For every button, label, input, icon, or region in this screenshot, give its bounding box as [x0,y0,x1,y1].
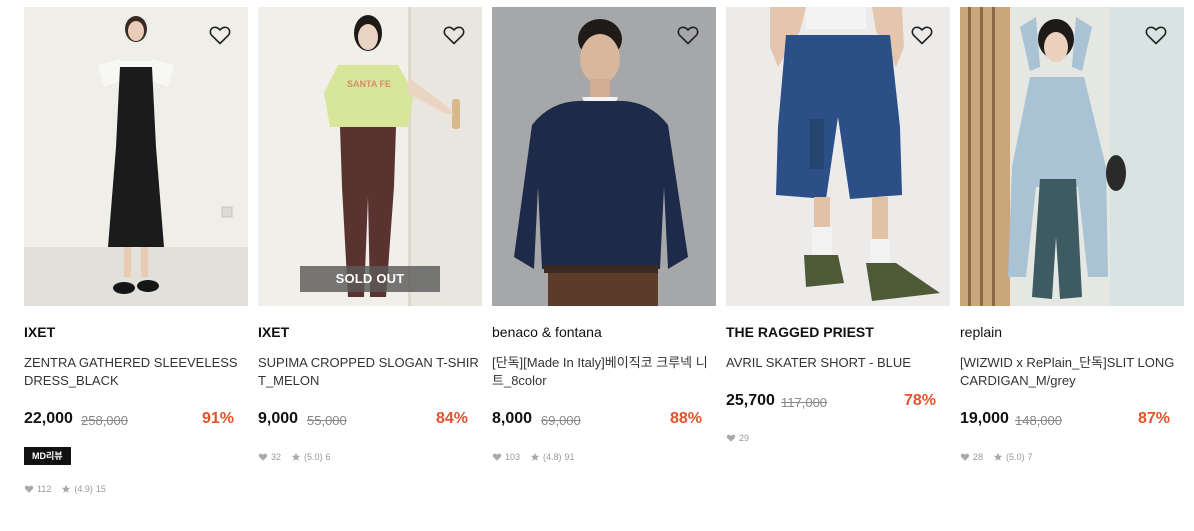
product-name[interactable]: ZENTRA GATHERED SLEEVELESS DRESS_BLACK [24,354,248,390]
like-count: 28 [973,452,984,462]
md-review-badge: MD리뷰 [24,447,71,465]
woman-in-green-tshirt-photo: SANTA FE [258,7,482,306]
discount-rate: 91% [201,410,234,427]
star-icon [61,484,71,494]
price-row: 8,000 69,000 88% [492,410,702,432]
like-count: 32 [271,452,282,462]
star-icon [291,452,301,462]
original-price: 55,000 [307,413,347,428]
price-row: 25,700 117,000 78% [726,392,936,414]
sold-out-overlay: SOLD OUT [300,266,440,292]
review-count: 6 [325,452,331,462]
price-row: 19,000 148,000 87% [960,410,1170,432]
product-stats: 103 (4.8) 91 [492,452,575,462]
woman-in-cardigan-photo [960,7,1184,306]
wishlist-button[interactable] [1144,23,1168,47]
rating-score: (5.0) [1006,452,1025,462]
brand-name[interactable]: THE RAGGED PRIEST [726,324,874,340]
product-image[interactable] [960,7,1184,306]
wishlist-button[interactable] [910,23,934,47]
product-name[interactable]: SUPIMA CROPPED SLOGAN T-SHIRT_MELON [258,354,482,390]
svg-text:SANTA FE: SANTA FE [347,79,391,89]
star-icon [993,452,1003,462]
product-stats: 28 (5.0) 7 [960,452,1033,462]
sale-price: 25,700 [726,392,775,409]
heart-outline-icon [677,26,699,45]
sale-price: 9,000 [258,410,299,427]
heart-filled-icon [258,452,268,462]
review-count: 15 [95,484,106,494]
discount-rate: 84% [435,410,468,427]
heart-filled-icon [24,484,34,494]
heart-outline-icon [1145,26,1167,45]
original-price: 69,000 [541,413,581,428]
wishlist-button[interactable] [442,23,466,47]
rating-score: (4.9) [74,484,93,494]
price-row: 22,000 258,000 91% [24,410,234,432]
heart-outline-icon [443,26,465,45]
discount-rate: 78% [903,392,936,409]
brand-name[interactable]: replain [960,324,1002,340]
heart-outline-icon [209,26,231,45]
heart-outline-icon [911,26,933,45]
original-price: 148,000 [1015,413,1062,428]
like-count: 112 [37,484,52,494]
brand-name[interactable]: IXET [24,324,55,340]
discount-rate: 88% [669,410,702,427]
product-card[interactable]: THE RAGGED PRIEST AVRIL SKATER SHORT - B… [726,7,950,443]
wishlist-button[interactable] [676,23,700,47]
heart-filled-icon [492,452,502,462]
product-card[interactable]: SANTA FE SOLD OUT IXET SUPIMA CROPPED SL… [258,7,482,462]
brand-name[interactable]: IXET [258,324,289,340]
sale-price: 19,000 [960,410,1009,427]
product-card[interactable]: IXET ZENTRA GATHERED SLEEVELESS DRESS_BL… [24,7,248,494]
product-stats: 29 [726,433,749,443]
product-card[interactable]: replain [WIZWID x RePlain_단독]SLIT LONG C… [960,7,1184,462]
product-stats: 32 (5.0) 6 [258,452,331,462]
discount-rate: 87% [1137,410,1170,427]
sale-price: 22,000 [24,410,73,427]
product-name[interactable]: [단독][Made In Italy]베이직코 크루넥 니트_8color [492,354,716,390]
product-stats: 112 (4.9) 15 [24,484,106,494]
brand-name[interactable]: benaco & fontana [492,324,602,340]
like-count: 103 [505,452,521,462]
product-image[interactable]: SANTA FE SOLD OUT [258,7,482,306]
product-image[interactable] [492,7,716,306]
heart-filled-icon [726,433,736,443]
original-price: 258,000 [81,413,128,428]
like-count: 29 [739,433,750,443]
product-image[interactable] [726,7,950,306]
price-row: 9,000 55,000 84% [258,410,468,432]
review-count: 7 [1027,452,1033,462]
man-in-navy-sweater-photo [492,7,716,306]
product-image[interactable] [24,7,248,306]
rating-score: (5.0) [304,452,323,462]
rating-score: (4.8) [543,452,562,462]
wishlist-button[interactable] [208,23,232,47]
woman-in-black-dress-photo [24,7,248,306]
original-price: 117,000 [781,395,828,410]
product-name[interactable]: AVRIL SKATER SHORT - BLUE [726,354,950,372]
star-icon [530,452,540,462]
heart-filled-icon [960,452,970,462]
denim-shorts-photo [726,7,950,306]
product-card[interactable]: benaco & fontana [단독][Made In Italy]베이직코… [492,7,716,462]
product-name[interactable]: [WIZWID x RePlain_단독]SLIT LONG CARDIGAN_… [960,354,1180,390]
sale-price: 8,000 [492,410,533,427]
review-count: 91 [564,452,575,462]
